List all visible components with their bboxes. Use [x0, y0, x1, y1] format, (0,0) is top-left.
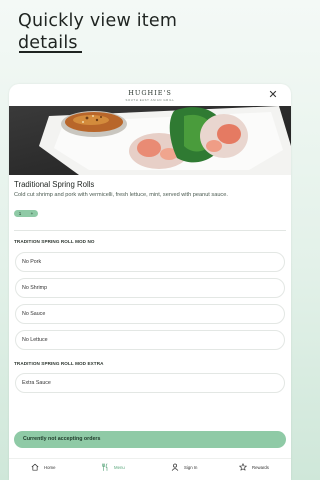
brand-tagline: SOUTH EAST ASIAN GRILL	[125, 98, 175, 102]
brand-name: HUGHIE'S	[128, 89, 172, 97]
promo-heading: Quickly view item details	[18, 10, 177, 54]
nav-rewards[interactable]: Rewards	[239, 463, 269, 471]
nav-menu[interactable]: Menu	[101, 463, 125, 471]
spring-rolls-image	[9, 106, 291, 175]
promo-line-1: Quickly view item	[18, 11, 178, 31]
close-icon[interactable]: ✕	[267, 89, 279, 101]
modifier-section-title: TRADITION SPRING ROLL MOD EXTRA	[14, 361, 104, 366]
option-no-lettuce[interactable]: No Lettuce	[15, 330, 285, 350]
increment-button[interactable]: +	[31, 210, 34, 217]
nav-label-sign-in: Sign In	[184, 465, 198, 470]
nav-label-home: Home	[44, 465, 56, 470]
star-icon	[239, 463, 247, 471]
item-description: Cold cut shrimp and pork with vermicelli…	[14, 192, 228, 198]
option-extra-sauce[interactable]: Extra Sauce	[15, 373, 285, 393]
option-no-pork[interactable]: No Pork	[15, 252, 285, 272]
user-icon	[171, 463, 179, 471]
nav-sign-in[interactable]: Sign In	[171, 463, 197, 471]
ordering-status-banner: Currently not accepting orders	[14, 431, 286, 448]
home-icon	[31, 463, 39, 471]
bottom-navigation: Home Menu Sign In Rewards	[9, 458, 291, 480]
item-details-sheet: HUGHIE'S SOUTH EAST ASIAN GRILL ✕ Tradit…	[9, 84, 291, 480]
modifier-section-title: TRADITION SPRING ROLL MOD NO	[14, 239, 95, 244]
brand-logo: HUGHIE'S SOUTH EAST ASIAN GRILL	[9, 89, 291, 102]
item-title: Traditional Spring Rolls	[14, 180, 95, 189]
utensils-icon	[102, 463, 108, 471]
option-no-sauce[interactable]: No Sauce	[15, 304, 285, 324]
nav-home[interactable]: Home	[31, 463, 55, 471]
nav-label-rewards: Rewards	[252, 465, 269, 470]
item-photo	[9, 106, 291, 175]
quantity-stepper[interactable]: 1 +	[14, 210, 38, 217]
promo-underline	[19, 51, 82, 53]
nav-label-menu: Menu	[114, 465, 125, 470]
quantity-value: 1	[18, 211, 22, 216]
divider	[14, 230, 286, 231]
option-no-shrimp[interactable]: No Shrimp	[15, 278, 285, 298]
